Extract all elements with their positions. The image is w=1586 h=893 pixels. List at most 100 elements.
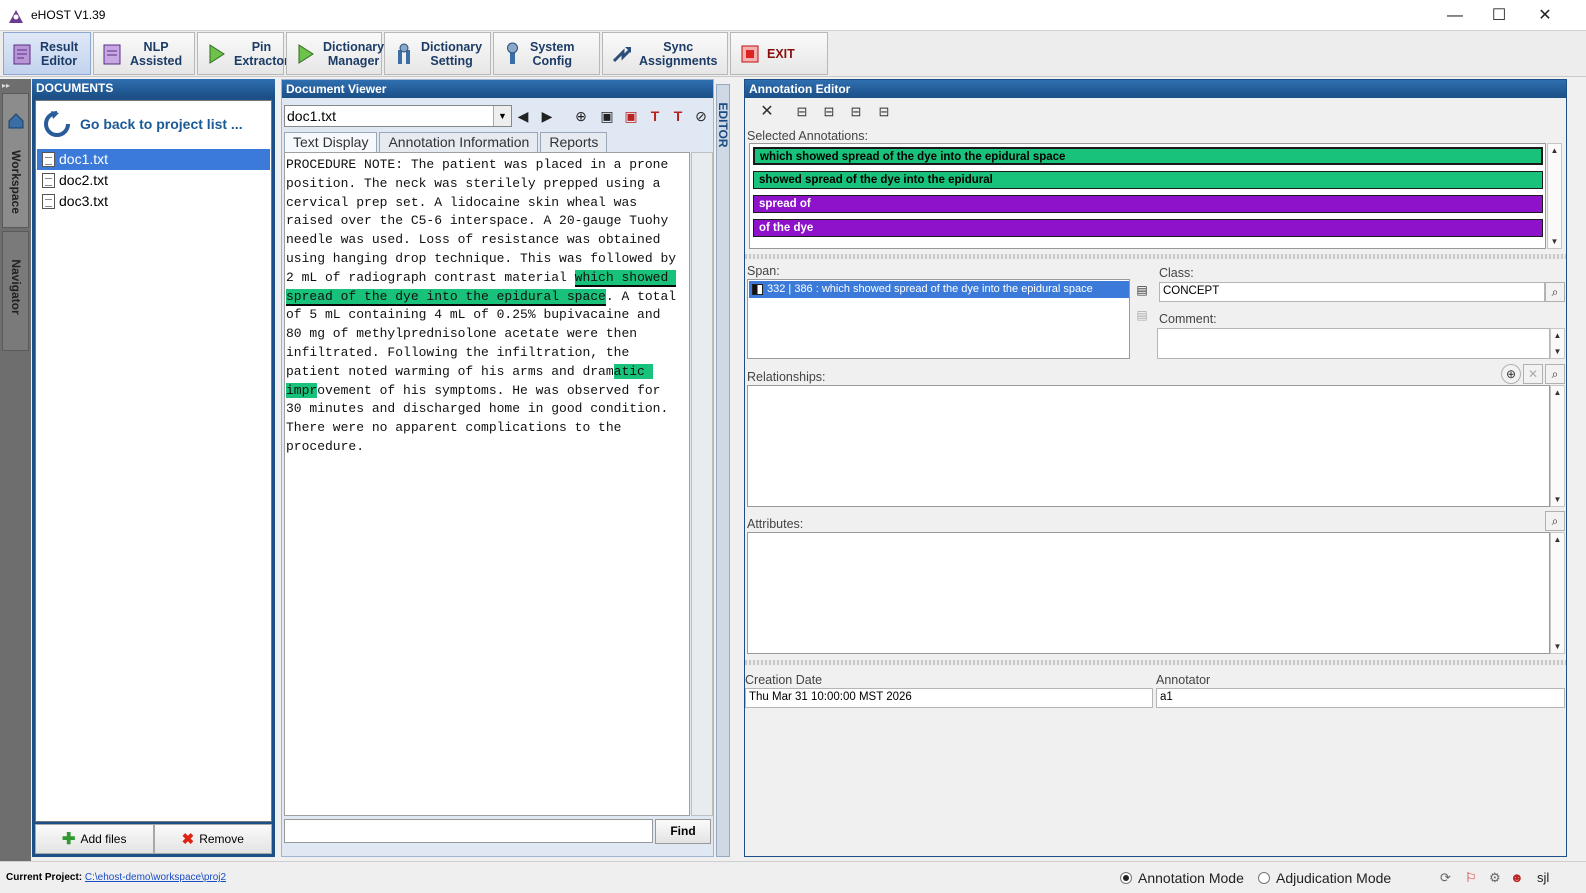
find-input[interactable] [284, 819, 653, 843]
document-select[interactable]: doc1.txt ▼ [284, 105, 512, 127]
user-icon[interactable]: ☻ [1510, 870, 1524, 885]
add-files-label: Add files [80, 832, 127, 846]
radio-icon [1120, 872, 1132, 884]
selected-annotation-item[interactable]: spread of [753, 195, 1543, 213]
tab-reports[interactable]: Reports [540, 132, 608, 152]
span-right-shrink-icon[interactable]: ⊟ [846, 102, 866, 122]
selected-annotations-scrollbar[interactable]: ▲ ▼ [1547, 143, 1562, 249]
next-doc-icon[interactable]: ▶ [538, 107, 556, 125]
document-text[interactable]: PROCEDURE NOTE: The patient was placed i… [284, 152, 690, 816]
splitter[interactable] [745, 660, 1566, 665]
annotation-mode-radio[interactable]: Annotation Mode [1120, 870, 1244, 886]
splitter[interactable] [745, 254, 1566, 259]
delete-relationship-icon[interactable]: ✕ [1523, 364, 1543, 384]
annotation-highlight[interactable]: which showed [574, 269, 677, 287]
refresh-icon[interactable]: ⟳ [1440, 870, 1451, 886]
save-icon[interactable]: ▣ [598, 107, 616, 125]
comment-scrollbar[interactable]: ▲ ▼ [1550, 328, 1565, 359]
exit-icon [741, 45, 759, 62]
search-icon[interactable]: ⌕ [1545, 364, 1565, 384]
span-list: 332 | 386 : which showed spread of the d… [747, 279, 1130, 359]
document-item[interactable]: doc2.txt [37, 170, 270, 191]
font-larger-icon[interactable]: T [646, 107, 664, 125]
remove-button[interactable]: ✖ Remove [153, 824, 272, 854]
close-button[interactable]: ✕ [1522, 0, 1568, 31]
selected-annotation-item[interactable]: of the dye [753, 219, 1543, 237]
pin-extractor-button[interactable]: Pin Extractor [197, 32, 289, 75]
alert-icon[interactable]: ⚐ [1465, 870, 1477, 886]
close-icon[interactable]: ✕ [757, 102, 777, 122]
minimize-button[interactable]: — [1432, 0, 1478, 31]
cancel-icon[interactable]: ⊘ [692, 107, 710, 125]
add-files-button[interactable]: ✚ Add files [35, 824, 154, 854]
go-back-link[interactable]: Go back to project list ... [42, 109, 243, 139]
find-button[interactable]: Find [655, 819, 711, 844]
tools-icon [398, 43, 410, 64]
sync-assignments-button[interactable]: Sync Assignments [602, 32, 728, 75]
search-icon[interactable]: ⌕ [1545, 511, 1565, 531]
annotation-highlight[interactable]: atic [613, 363, 653, 379]
expand-icon[interactable]: ▸▸ [2, 81, 29, 91]
search-icon[interactable]: ⌕ [1545, 282, 1565, 302]
editor-side-tab[interactable]: EDITOR [716, 84, 730, 857]
text-line: ovement of his symptoms. He was observed… [317, 382, 661, 398]
comment-field[interactable] [1157, 328, 1550, 359]
add-circle-icon[interactable]: ⊕ [572, 107, 590, 125]
text-line: . A total [605, 288, 677, 304]
relationships-scrollbar[interactable]: ▲ ▼ [1550, 385, 1565, 507]
selected-annotation-item[interactable]: showed spread of the dye into the epidur… [753, 171, 1543, 189]
current-project-link[interactable]: C:\ehost-demo\workspace\proj2 [85, 872, 226, 883]
text-line: procedure. [286, 438, 365, 454]
text-line: infiltrated. Following the infiltration,… [286, 344, 630, 360]
dictionary-setting-button[interactable]: Dictionary Setting [384, 32, 491, 75]
nlp-assisted-button[interactable]: NLP Assisted [93, 32, 195, 75]
text-line: 80 mg of methylprednisolone acetate were… [286, 326, 638, 342]
annotation-highlight[interactable]: impr [286, 382, 318, 398]
calendar-icon[interactable]: ▤ [1132, 280, 1152, 300]
annotator-label: Annotator [1156, 673, 1211, 687]
document-item[interactable]: doc3.txt [37, 191, 270, 212]
chevron-down-icon[interactable]: ▼ [493, 106, 511, 126]
adjudication-mode-radio[interactable]: Adjudication Mode [1258, 870, 1391, 886]
workspace-tab[interactable]: Workspace [2, 93, 29, 228]
title-bar: eHOST V1.39 — ☐ ✕ [0, 0, 1586, 31]
span-left-shrink-icon[interactable]: ⊟ [819, 102, 839, 122]
wrench-icon [507, 42, 518, 64]
selected-annotation-item[interactable]: which showed spread of the dye into the … [753, 147, 1543, 165]
span-label: Span: [747, 264, 780, 278]
text-line: patient noted warming of his arms and dr… [286, 363, 614, 379]
sync-icon [612, 46, 632, 62]
back-arrow-icon [44, 111, 70, 137]
tab-annotation-information[interactable]: Annotation Information [379, 132, 539, 152]
creation-date-field[interactable]: Thu Mar 31 10:00:00 MST 2026 [745, 688, 1153, 708]
class-field[interactable]: CONCEPT [1159, 282, 1545, 302]
document-item[interactable]: doc1.txt [37, 149, 270, 170]
pin-extractor-label: Pin Extractor [234, 39, 289, 68]
span-left-extend-icon[interactable]: ⊟ [792, 102, 812, 122]
annotator-field[interactable]: a1 [1156, 688, 1565, 708]
attributes-scrollbar[interactable]: ▲ ▼ [1550, 532, 1565, 654]
text-scrollbar[interactable] [691, 152, 713, 816]
span-right-extend-icon[interactable]: ⊟ [874, 102, 894, 122]
system-config-label: System Config [530, 39, 575, 68]
annotation-highlight[interactable]: spread of the dye into the epidural spac… [286, 288, 606, 306]
document-select-value: doc1.txt [287, 108, 337, 124]
navigator-tab[interactable]: Navigator [2, 231, 29, 351]
previous-doc-icon[interactable]: ◀ [514, 107, 532, 125]
span-item[interactable]: 332 | 386 : which showed spread of the d… [749, 281, 1129, 298]
sync-assignments-label: Sync Assignments [639, 39, 718, 68]
save-as-icon[interactable]: ▣ [622, 107, 640, 125]
tab-text-display[interactable]: Text Display [284, 132, 378, 152]
gear-icon[interactable]: ⚙ [1489, 870, 1501, 886]
creation-date-label: Creation Date [745, 673, 823, 687]
system-config-button[interactable]: System Config [493, 32, 600, 75]
add-relationship-icon[interactable]: ⊕ [1501, 364, 1521, 384]
maximize-button[interactable]: ☐ [1476, 0, 1522, 31]
font-smaller-icon[interactable]: T [669, 107, 687, 125]
dictionary-manager-button[interactable]: Dictionary Manager [286, 32, 384, 75]
current-project: Current Project: C:\ehost-demo\workspace… [6, 872, 226, 883]
annotation-editor-header: Annotation Editor [745, 80, 1566, 98]
result-editor-button[interactable]: Result Editor [3, 32, 91, 75]
span-item-text: 332 | 386 : which showed spread of the d… [767, 283, 1093, 295]
exit-button[interactable]: EXIT [730, 32, 828, 75]
